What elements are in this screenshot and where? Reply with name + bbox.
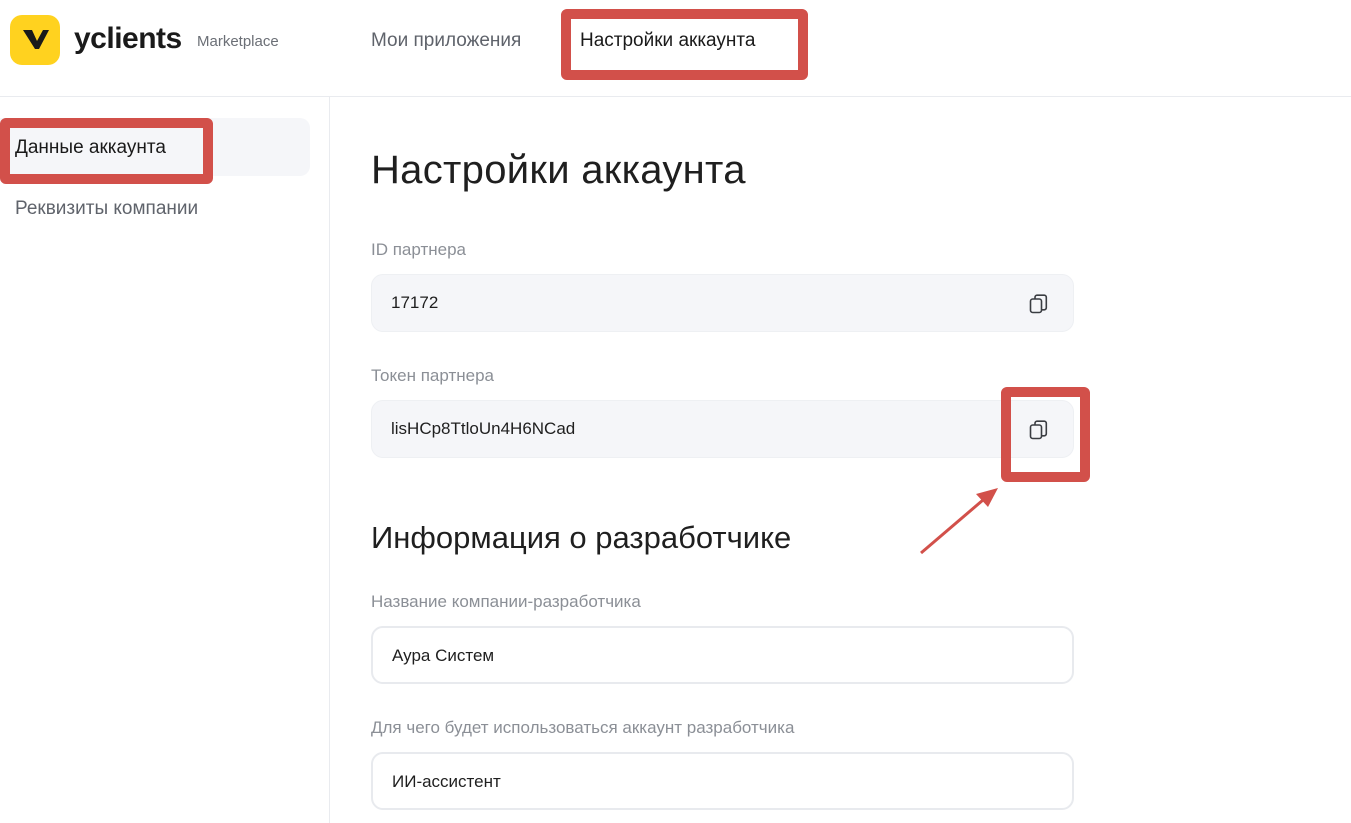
top-bar: yclients Marketplace Мои приложения Наст… (0, 0, 1351, 97)
partner-token-field: lisHCp8TtloUn4H6NCad (371, 400, 1074, 458)
copy-icon[interactable] (1027, 418, 1051, 442)
sidebar: Данные аккаунта Реквизиты компании (0, 97, 330, 823)
copy-icon[interactable] (1027, 292, 1051, 316)
partner-token-label: Токен партнера (371, 366, 494, 385)
company-name-value[interactable]: Аура Систем (392, 646, 494, 666)
brand-subtitle: Marketplace (197, 33, 279, 50)
nav-my-apps[interactable]: Мои приложения (371, 30, 521, 52)
partner-token-value: lisHCp8TtloUn4H6NCad (391, 419, 576, 438)
sidebar-item-label[interactable]: Данные аккаунта (15, 137, 166, 159)
account-purpose-input[interactable]: ИИ-ассистент (371, 752, 1074, 810)
brand-name[interactable]: yclients (74, 22, 182, 56)
yclients-logo-icon[interactable] (10, 15, 60, 65)
account-purpose-value[interactable]: ИИ-ассистент (392, 772, 501, 792)
sidebar-item-company-details[interactable]: Реквизиты компании (15, 198, 198, 220)
page-title: Настройки аккаунта (371, 148, 746, 192)
page: yclients Marketplace Мои приложения Наст… (0, 0, 1351, 823)
account-purpose-label: Для чего будет использоваться аккаунт ра… (371, 718, 795, 737)
developer-section-title: Информация о разработчике (371, 520, 792, 555)
partner-id-value: 17172 (391, 293, 439, 312)
company-name-input[interactable]: Аура Систем (371, 626, 1074, 684)
partner-id-field: 17172 (371, 274, 1074, 332)
nav-account-settings[interactable]: Настройки аккаунта (580, 30, 755, 52)
company-name-label: Название компании-разработчика (371, 592, 641, 611)
partner-id-label: ID партнера (371, 240, 467, 259)
